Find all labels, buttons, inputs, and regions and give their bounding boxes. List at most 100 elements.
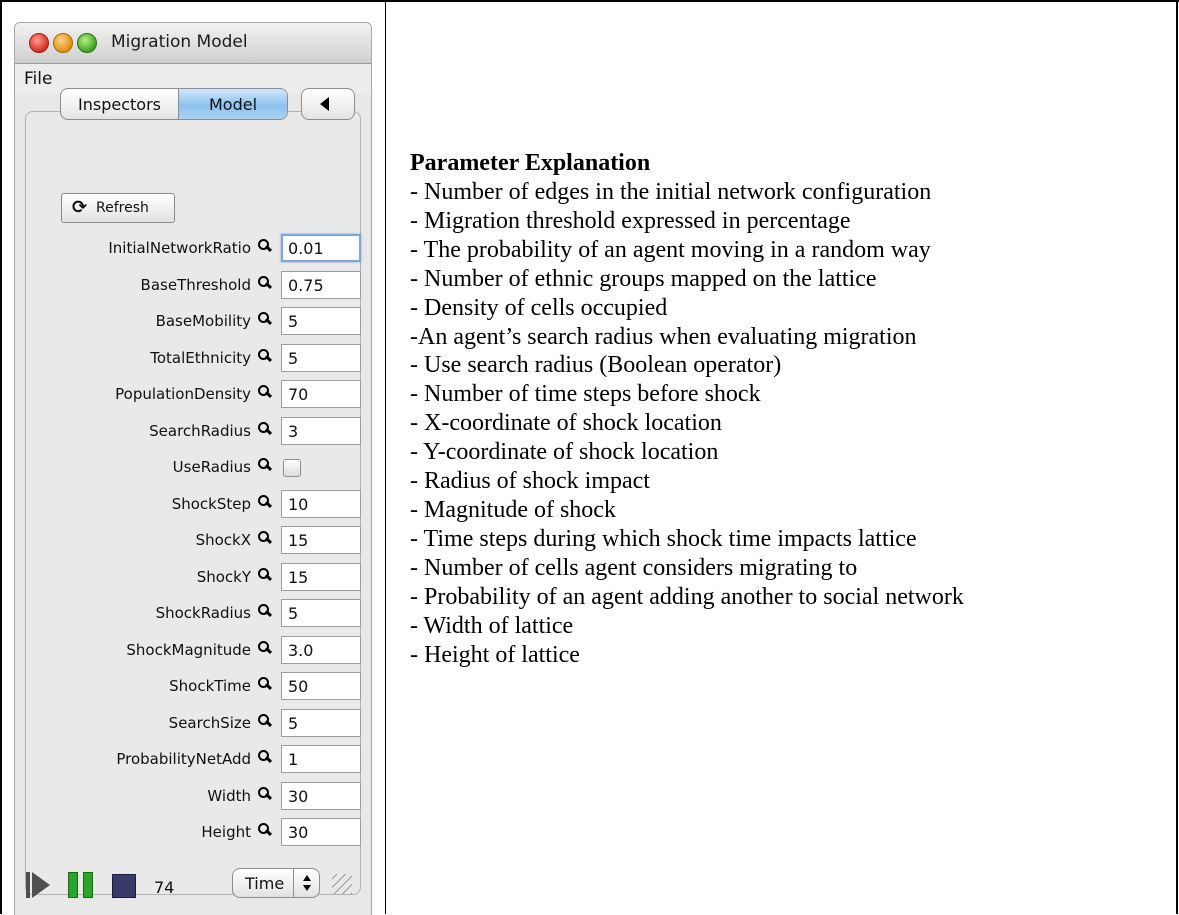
magnifier-icon[interactable] [257, 493, 273, 513]
param-row-shockstep: ShockStep 10 [29, 487, 361, 523]
refresh-icon: ⟳ [72, 197, 88, 218]
explanation-heading: Parameter Explanation [410, 150, 651, 176]
param-input-shockmagnitude[interactable]: 3.0 [281, 635, 361, 664]
param-label: BaseThreshold [140, 275, 251, 294]
param-input-searchsize[interactable]: 5 [281, 708, 361, 737]
param-label: ShockStep [171, 494, 251, 513]
param-label: SearchSize [168, 713, 251, 732]
magnifier-icon[interactable] [257, 566, 273, 586]
time-select[interactable]: Time [232, 868, 320, 898]
step-play-button[interactable] [26, 872, 52, 898]
window-title: Migration Model [111, 32, 248, 52]
param-checkbox-useradius[interactable] [283, 459, 301, 477]
explanation-line: - Number of ethnic groups mapped on the … [410, 265, 877, 292]
magnifier-icon[interactable] [257, 310, 273, 330]
pause-button[interactable] [68, 872, 94, 898]
param-input-width[interactable]: 30 [281, 781, 361, 810]
table-right-border [1176, 0, 1178, 914]
magnifier-icon[interactable] [257, 274, 273, 294]
step-count: 74 [154, 878, 175, 897]
zoom-button[interactable] [77, 33, 97, 53]
magnifier-icon[interactable] [257, 712, 273, 732]
stop-button[interactable] [112, 874, 136, 898]
step-bar-icon [26, 872, 30, 898]
param-input-shockstep[interactable]: 10 [281, 489, 361, 518]
magnifier-icon[interactable] [257, 675, 273, 695]
tab-inspectors[interactable]: Inspectors [61, 89, 179, 119]
explanation-line: - Height of lattice [410, 641, 580, 668]
param-label: Width [207, 786, 251, 805]
param-label: ShockRadius [155, 604, 251, 622]
explanation-line: - Number of cells agent considers migrat… [410, 554, 858, 581]
tab-bar: Inspectors Model [60, 88, 288, 120]
play-icon [32, 872, 50, 898]
param-row-useradius: UseRadius [29, 450, 361, 486]
param-label: SearchRadius [149, 421, 251, 440]
param-label: ProbabilityNetAdd [116, 750, 251, 768]
table-top-border [0, 0, 1179, 2]
magnifier-icon[interactable] [257, 420, 273, 440]
param-input-height[interactable]: 30 [281, 818, 361, 846]
param-input-populationdensity[interactable]: 70 [281, 380, 361, 408]
param-row-shocky: ShockY 15 [29, 560, 361, 596]
param-row-basemobility: BaseMobility 5 [29, 304, 361, 340]
param-input-searchradius[interactable]: 3 [281, 416, 361, 445]
param-input-shockradius[interactable]: 5 [281, 599, 361, 627]
explanation-line: - Y-coordinate of shock location [410, 439, 719, 466]
param-label: PopulationDensity [115, 385, 251, 403]
explanation-line: - Use search radius (Boolean operator) [410, 352, 782, 379]
explanation-line: - Density of cells occupied [410, 294, 668, 321]
param-row-shocktime: ShockTime 50 [29, 669, 361, 705]
parameter-explanation: Parameter Explanation - Number of edges … [410, 148, 1170, 669]
param-input-shocky[interactable]: 15 [281, 562, 361, 591]
magnifier-icon[interactable] [257, 456, 273, 476]
magnifier-icon[interactable] [257, 383, 273, 403]
explanation-line: - Time steps during which shock time imp… [410, 525, 917, 552]
param-label: ShockX [195, 531, 251, 549]
param-row-searchsize: SearchSize 5 [29, 706, 361, 742]
refresh-label: Refresh [96, 200, 149, 216]
tab-model[interactable]: Model [179, 89, 287, 119]
magnifier-icon[interactable] [257, 237, 273, 257]
time-select-value: Time [245, 874, 285, 893]
param-label: ShockMagnitude [126, 640, 251, 659]
param-row-initialnetworkratio: InitialNetworkRatio 0.01 [29, 231, 361, 267]
param-label: BaseMobility [155, 312, 251, 330]
param-label: TotalEthnicity [150, 348, 251, 367]
param-input-basethreshold[interactable]: 0.75 [281, 270, 361, 299]
param-input-probabilitynetadd[interactable]: 1 [281, 745, 361, 773]
collapse-panel-button[interactable] [301, 88, 355, 120]
param-label: InitialNetworkRatio [108, 239, 251, 257]
param-input-shocktime[interactable]: 50 [281, 672, 361, 700]
pause-icon [83, 872, 93, 898]
magnifier-icon[interactable] [257, 785, 273, 805]
param-row-searchradius: SearchRadius 3 [29, 414, 361, 450]
param-input-basemobility[interactable]: 5 [281, 307, 361, 335]
explanation-line: - X-coordinate of shock location [410, 410, 722, 437]
param-row-width: Width 30 [29, 779, 361, 815]
param-row-shockx: ShockX 15 [29, 523, 361, 559]
magnifier-icon[interactable] [257, 748, 273, 768]
menu-file[interactable]: File [24, 69, 52, 89]
pause-icon [68, 872, 78, 898]
param-input-shockx[interactable]: 15 [281, 526, 361, 554]
magnifier-icon[interactable] [257, 639, 273, 659]
table-column-divider [385, 0, 386, 914]
magnifier-icon[interactable] [257, 602, 273, 622]
param-row-probabilitynetadd: ProbabilityNetAdd 1 [29, 742, 361, 778]
param-input-totalethnicity[interactable]: 5 [281, 343, 361, 372]
magnifier-icon[interactable] [257, 347, 273, 367]
resize-grip[interactable] [332, 874, 352, 894]
close-button[interactable] [29, 33, 49, 53]
minimize-button[interactable] [53, 33, 73, 53]
explanation-line: - The probability of an agent moving in … [410, 236, 931, 263]
magnifier-icon[interactable] [257, 821, 273, 841]
stepper-arrows-icon [293, 869, 321, 897]
explanation-line: - Number of edges in the initial network… [410, 179, 932, 205]
refresh-button[interactable]: ⟳ Refresh [61, 193, 175, 223]
explanation-line: -An agent’s search radius when evaluatin… [410, 323, 917, 350]
param-row-totalethnicity: TotalEthnicity 5 [29, 341, 361, 377]
param-row-height: Height 30 [29, 815, 361, 851]
magnifier-icon[interactable] [257, 529, 273, 549]
param-input-initialnetworkratio[interactable]: 0.01 [281, 234, 361, 262]
